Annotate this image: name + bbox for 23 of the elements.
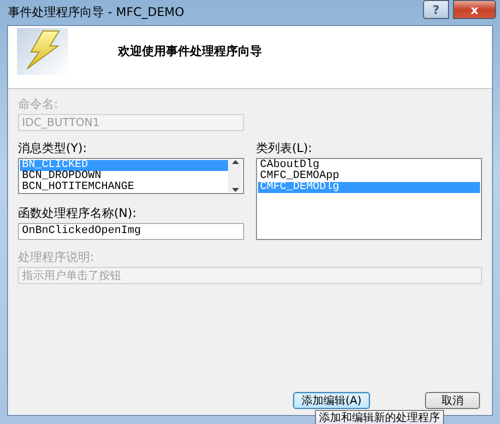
scroll-down-icon[interactable] (232, 188, 238, 192)
list-item[interactable]: CAboutDlg (258, 160, 480, 171)
cancel-button[interactable]: 取消 (425, 392, 480, 409)
list-item[interactable]: BCN_HOTITEMCHANGE (20, 182, 228, 193)
tooltip: 添加和编辑新的处理程序 (315, 410, 444, 424)
list-box[interactable]: CAboutDlg CMFC_DEMOApp CMFC_DEMODlg (256, 158, 482, 240)
close-button[interactable]: x (453, 0, 496, 19)
input-field[interactable]: OnBnClickedOpenImg (18, 223, 244, 240)
add-edit-button[interactable]: 添加编辑(A) (293, 392, 370, 409)
list-item[interactable]: CMFC_DEMOApp (258, 171, 480, 182)
wizard-heading: 欢迎使用事件处理程序向导 (118, 43, 262, 60)
list-label: 类列表(L): (256, 141, 312, 155)
field-label: 函数处理程序名称(N): (18, 206, 136, 220)
list-label: 消息类型(Y): (18, 141, 87, 155)
field-label: 处理程序说明: (18, 250, 94, 264)
field-label: 命令名: (18, 97, 58, 111)
scroll-up-icon[interactable] (232, 160, 238, 164)
list-box[interactable]: BN_CLICKED BCN_DROPDOWN BCN_HOTITEMCHANGE (18, 158, 244, 194)
scrollbar[interactable] (228, 160, 242, 192)
help-button[interactable]: ? (423, 0, 449, 19)
list-item[interactable]: BCN_DROPDOWN (20, 171, 228, 182)
window-title: 事件处理程序向导 - MFC_DEMO (8, 4, 186, 21)
lightning-icon (17, 28, 68, 75)
